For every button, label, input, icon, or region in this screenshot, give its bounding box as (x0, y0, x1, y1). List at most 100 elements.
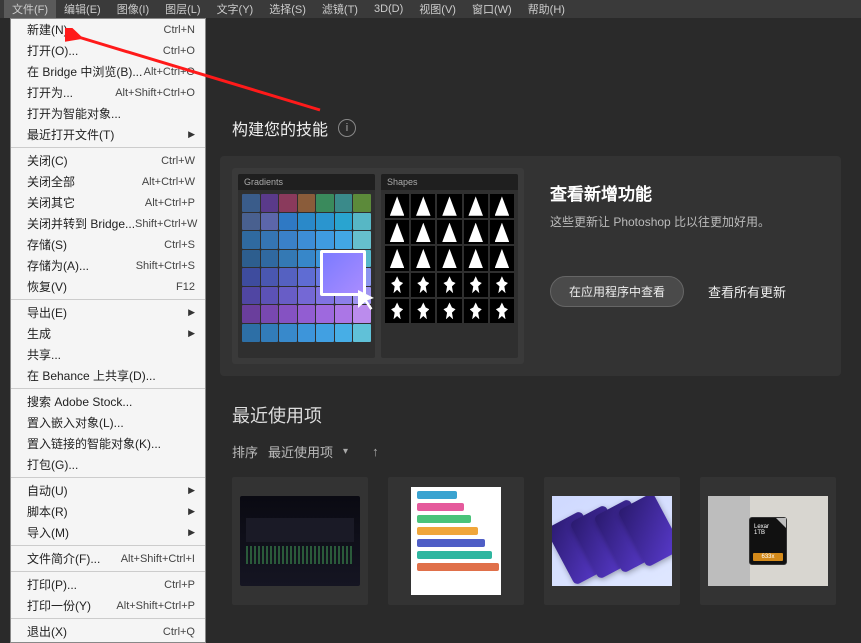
shape-thumb (437, 246, 461, 270)
gradient-swatch (298, 250, 316, 268)
shape-thumb (385, 220, 409, 244)
menu-item-label: 搜索 Adobe Stock... (27, 393, 132, 410)
menu-item-label: 打开为... (27, 84, 73, 101)
chevron-right-icon: ▶ (188, 485, 195, 496)
menu-item-label: 最近打开文件(T) (27, 126, 114, 143)
file-menu-item[interactable]: 打开为智能对象... (11, 103, 205, 124)
recent-thumb-2[interactable] (388, 477, 524, 605)
chevron-right-icon: ▶ (188, 527, 195, 538)
menu-item-shortcut: Ctrl+N (164, 24, 195, 36)
dragged-gradient-swatch (320, 250, 366, 296)
file-menu-item[interactable]: 搜索 Adobe Stock... (11, 391, 205, 412)
shape-thumb (411, 220, 435, 244)
gradient-swatch (298, 287, 316, 305)
view-all-updates-link[interactable]: 查看所有更新 (708, 282, 786, 301)
gradient-swatch (242, 324, 260, 342)
file-menu-item[interactable]: 存储为(A)...Shift+Ctrl+S (11, 255, 205, 276)
file-menu-item[interactable]: 恢复(V)F12 (11, 276, 205, 297)
menu-select[interactable]: 选择(S) (261, 0, 314, 19)
file-menu-item[interactable]: 关闭(C)Ctrl+W (11, 150, 205, 171)
file-menu-item[interactable]: 关闭全部Alt+Ctrl+W (11, 171, 205, 192)
menu-item-shortcut: Alt+Ctrl+O (144, 66, 195, 78)
recent-thumb-1[interactable] (232, 477, 368, 605)
file-menu-item[interactable]: 退出(X)Ctrl+Q (11, 621, 205, 642)
gradient-swatch (298, 305, 316, 323)
file-menu-item[interactable]: 打印(P)...Ctrl+P (11, 574, 205, 595)
menu-item-label: 在 Behance 上共享(D)... (27, 367, 156, 384)
gradient-swatch (261, 324, 279, 342)
file-menu-item[interactable]: 最近打开文件(T)▶ (11, 124, 205, 145)
file-menu-item[interactable]: 打开为...Alt+Shift+Ctrl+O (11, 82, 205, 103)
menu-item-label: 关闭并转到 Bridge... (27, 215, 135, 232)
menu-view[interactable]: 视图(V) (411, 0, 464, 19)
gradient-swatch (261, 250, 279, 268)
shape-thumb (490, 194, 514, 218)
gradient-swatch (335, 305, 353, 323)
menu-3d[interactable]: 3D(D) (366, 1, 411, 17)
menu-window[interactable]: 窗口(W) (464, 0, 520, 19)
recent-thumb-3[interactable] (544, 477, 680, 605)
shape-thumb (437, 273, 461, 297)
menu-item-label: 置入链接的智能对象(K)... (27, 435, 161, 452)
file-menu-item[interactable]: 自动(U)▶ (11, 480, 205, 501)
shape-thumb (464, 246, 488, 270)
recent-thumb-4[interactable]: Lexar1TB 633x (700, 477, 836, 605)
gradient-swatch (279, 250, 297, 268)
skills-section-title: 构建您的技能 i (232, 116, 841, 140)
menu-item-label: 打印一份(Y) (27, 597, 91, 614)
sort-direction-icon[interactable]: ↑ (372, 444, 379, 459)
file-menu-item[interactable]: 生成▶ (11, 323, 205, 344)
shape-thumb (385, 246, 409, 270)
menu-file[interactable]: 文件(F) (4, 0, 56, 19)
gradient-swatch (279, 213, 297, 231)
sort-dropdown[interactable]: 最近使用项 (268, 442, 333, 461)
menu-bar: 文件(F) 编辑(E) 图像(I) 图层(L) 文字(Y) 选择(S) 滤镜(T… (0, 0, 861, 18)
gradient-swatch (298, 231, 316, 249)
file-menu-item[interactable]: 打开(O)...Ctrl+O (11, 40, 205, 61)
gradients-panel-title: Gradients (238, 174, 375, 190)
file-menu-item[interactable]: 存储(S)Ctrl+S (11, 234, 205, 255)
gradient-swatch (335, 231, 353, 249)
feature-text: 查看新增功能 这些更新让 Photoshop 比以往更加好用。 在应用程序中查看… (544, 168, 829, 319)
file-menu-item[interactable]: 在 Behance 上共享(D)... (11, 365, 205, 386)
menu-type[interactable]: 文字(Y) (209, 0, 262, 19)
gradient-swatch (335, 213, 353, 231)
menu-item-label: 存储为(A)... (27, 257, 89, 274)
file-menu-item[interactable]: 脚本(R)▶ (11, 501, 205, 522)
gradient-swatch (316, 324, 334, 342)
menu-item-label: 生成 (27, 325, 51, 342)
gradient-swatch (242, 250, 260, 268)
skills-title-text: 构建您的技能 (232, 116, 328, 140)
menu-item-shortcut: Ctrl+W (161, 155, 195, 167)
info-icon[interactable]: i (338, 119, 356, 137)
file-menu-item[interactable]: 打印一份(Y)Alt+Shift+Ctrl+P (11, 595, 205, 616)
view-in-app-button[interactable]: 在应用程序中查看 (550, 276, 684, 307)
file-menu-item[interactable]: 文件简介(F)...Alt+Shift+Ctrl+I (11, 548, 205, 569)
menu-item-shortcut: Alt+Ctrl+W (142, 176, 195, 188)
file-menu-item[interactable]: 打包(G)... (11, 454, 205, 475)
file-menu-item[interactable]: 导出(E)▶ (11, 302, 205, 323)
gradient-swatch (261, 213, 279, 231)
file-menu-item[interactable]: 关闭并转到 Bridge...Shift+Ctrl+W (11, 213, 205, 234)
menu-edit[interactable]: 编辑(E) (56, 0, 109, 19)
feature-title: 查看新增功能 (550, 180, 823, 205)
file-menu-item[interactable]: 在 Bridge 中浏览(B)...Alt+Ctrl+O (11, 61, 205, 82)
file-menu-item[interactable]: 导入(M)▶ (11, 522, 205, 543)
gradient-swatch (298, 324, 316, 342)
menu-filter[interactable]: 滤镜(T) (314, 0, 366, 19)
menu-help[interactable]: 帮助(H) (520, 0, 573, 19)
shape-thumb (385, 299, 409, 323)
menu-item-shortcut: Ctrl+Q (163, 626, 195, 638)
file-menu-item[interactable]: 置入链接的智能对象(K)... (11, 433, 205, 454)
menu-item-shortcut: Ctrl+P (164, 579, 195, 591)
menu-image[interactable]: 图像(I) (109, 0, 157, 19)
file-menu-item[interactable]: 新建(N)...Ctrl+N (11, 19, 205, 40)
menu-layer[interactable]: 图层(L) (157, 0, 208, 19)
gradient-swatch (353, 324, 371, 342)
shapes-panel-title: Shapes (381, 174, 518, 190)
menu-item-shortcut: Ctrl+O (163, 45, 195, 57)
file-menu-item[interactable]: 关闭其它Alt+Ctrl+P (11, 192, 205, 213)
file-menu-item[interactable]: 共享... (11, 344, 205, 365)
file-menu-item[interactable]: 置入嵌入对象(L)... (11, 412, 205, 433)
chevron-down-icon[interactable]: ▾ (343, 446, 348, 457)
